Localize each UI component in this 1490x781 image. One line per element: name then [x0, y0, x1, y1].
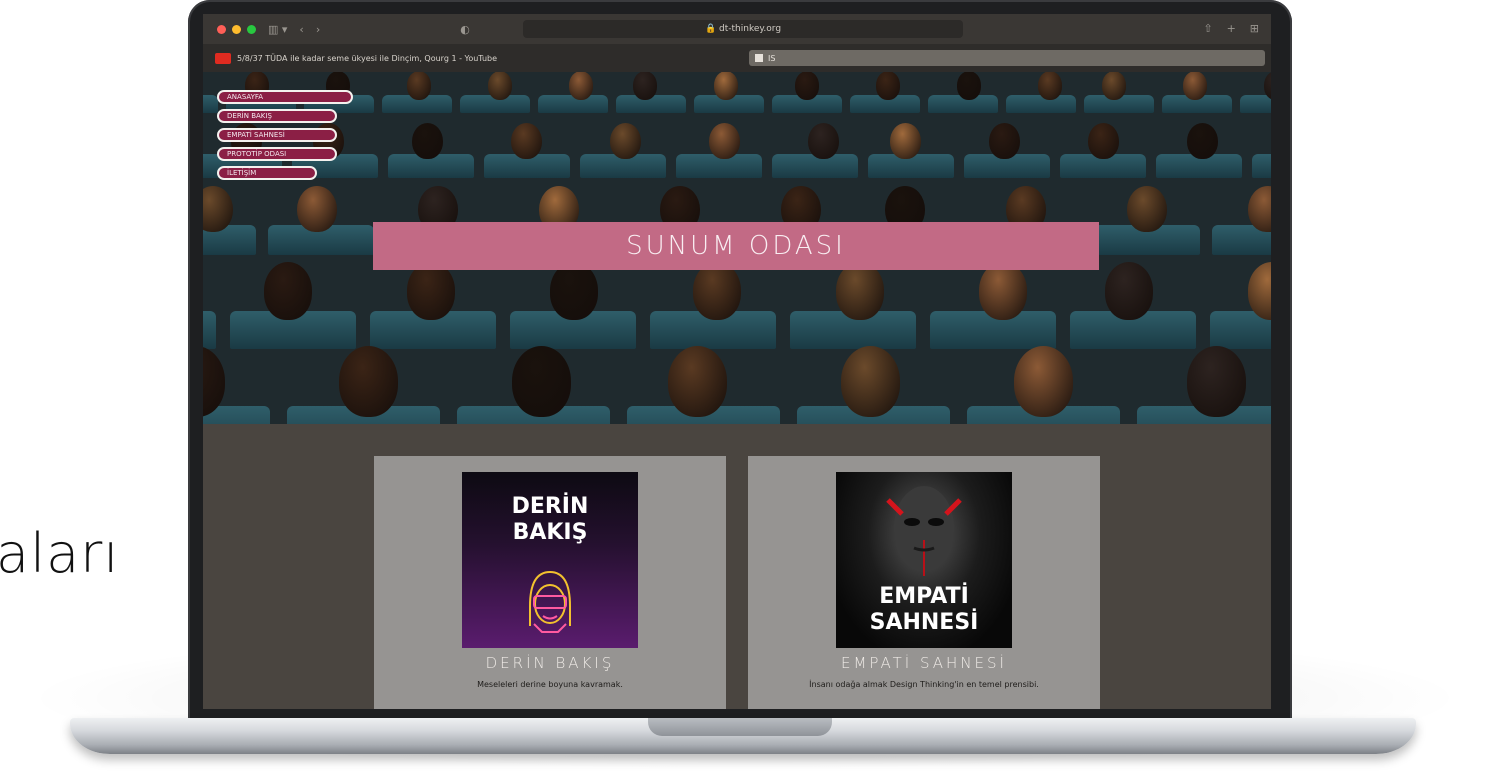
- card-empati-sahnesi[interactable]: EMPATİ SAHNESİ EMPATİ SAHNESİ İnsanı oda…: [748, 456, 1100, 709]
- new-tab-icon[interactable]: +: [1227, 22, 1236, 35]
- audience-head-shape: [1102, 72, 1127, 100]
- browser-toolbar: ▥ ▾ ‹ › ◐ 🔒 dt-thinkey.org ⇧ + ⊞: [203, 14, 1271, 44]
- forward-icon[interactable]: ›: [316, 23, 320, 36]
- address-bar[interactable]: 🔒 dt-thinkey.org: [523, 20, 963, 38]
- url-text: 🔒 dt-thinkey.org: [704, 24, 782, 34]
- menu-item-label: PROTOTİP ODASI: [227, 150, 287, 158]
- seat-shape: [203, 310, 216, 349]
- hero-section: ANASAYFA DERİN BAKIŞ EMPATİ SAHNESİ PROT…: [203, 72, 1271, 424]
- tab-strip: 5/8/37 TÜDA ile kadar seme ükyesi ile Di…: [203, 44, 1271, 72]
- audience-head-shape: [511, 122, 542, 160]
- menu-item-derin-bakis[interactable]: DERİN BAKIŞ: [217, 109, 337, 123]
- seat-shape: [1239, 95, 1271, 114]
- site-menu: ANASAYFA DERİN BAKIŞ EMPATİ SAHNESİ PROT…: [217, 90, 353, 180]
- audience-head-shape: [633, 72, 658, 100]
- back-icon[interactable]: ‹: [299, 23, 303, 36]
- toolbar-right: ⇧ + ⊞: [1203, 22, 1259, 35]
- audience-head-shape: [836, 262, 885, 320]
- audience-head-shape: [407, 72, 432, 100]
- image-title-line-2: BAKIŞ: [512, 520, 588, 545]
- seat-shape: [1251, 153, 1271, 178]
- audience-head-shape: [1183, 72, 1208, 100]
- audience-head-shape: [979, 262, 1028, 320]
- audience-head-shape: [569, 72, 594, 100]
- menu-item-home[interactable]: ANASAYFA: [217, 90, 353, 104]
- card-derin-bakis[interactable]: DERİN BAKIŞ DERİN BAKIŞ Meseleleri derin…: [374, 456, 726, 709]
- seat-shape: [203, 95, 219, 114]
- laptop-screen: ▥ ▾ ‹ › ◐ 🔒 dt-thinkey.org ⇧ + ⊞ 5/8/37 …: [203, 14, 1271, 709]
- tab-title: 5/8/37 TÜDA ile kadar seme ükyesi ile Di…: [237, 53, 498, 63]
- audience-head-shape: [841, 346, 901, 417]
- cards-section: DERİN BAKIŞ DERİN BAKIŞ Meseleleri derin…: [203, 424, 1271, 709]
- share-icon[interactable]: ⇧: [1203, 22, 1212, 35]
- audience-head-shape: [339, 346, 399, 417]
- laptop-notch: [648, 718, 832, 736]
- image-title-line-1: DERİN: [511, 494, 589, 519]
- audience-head-shape: [297, 185, 337, 233]
- menu-item-label: ANASAYFA: [227, 93, 264, 101]
- tab-active-title: IS: [768, 53, 776, 63]
- seat-shape: [1005, 95, 1077, 114]
- audience-head-shape: [890, 122, 921, 160]
- slide-side-text: aları: [0, 522, 120, 585]
- menu-item-label: İLETİŞİM: [227, 169, 257, 177]
- audience-head-shape: [412, 122, 443, 160]
- youtube-icon: [215, 52, 231, 64]
- vr-girl-icon: [529, 570, 571, 633]
- audience-head-shape: [610, 122, 641, 160]
- audience-head-shape: [1187, 122, 1218, 160]
- audience-head-shape: [1187, 346, 1247, 417]
- audience-head-shape: [1038, 72, 1063, 100]
- audience-head-shape: [808, 122, 839, 160]
- audience-head-shape: [1088, 122, 1119, 160]
- audience-head-shape: [668, 346, 728, 417]
- painted-face-icon: [886, 486, 962, 576]
- tab-youtube[interactable]: 5/8/37 TÜDA ile kadar seme ükyesi ile Di…: [215, 49, 735, 67]
- menu-item-prototip-odasi[interactable]: PROTOTİP ODASI: [217, 147, 337, 161]
- page-title-banner: SUNUM ODASI: [373, 222, 1099, 270]
- zoom-window-button[interactable]: [247, 24, 256, 34]
- audience-head-shape: [407, 262, 456, 320]
- audience-head-shape: [512, 346, 572, 417]
- menu-item-empati-sahnesi[interactable]: EMPATİ SAHNESİ: [217, 128, 337, 142]
- audience-head-shape: [1014, 346, 1074, 417]
- audience-head-shape: [264, 262, 313, 320]
- audience-head-shape: [488, 72, 513, 100]
- image-title-line-2: SAHNESİ: [869, 610, 979, 635]
- favicon-icon: [755, 54, 763, 62]
- audience-head-shape: [1105, 262, 1154, 320]
- page-title: SUNUM ODASI: [626, 231, 846, 261]
- tab-active[interactable]: IS: [749, 50, 1265, 66]
- sidebar-icon[interactable]: ▥ ▾: [268, 23, 287, 36]
- audience-head-shape: [795, 72, 820, 100]
- privacy-icon[interactable]: ◐: [460, 23, 470, 36]
- card-description: Meseleleri derine boyuna kavramak.: [477, 680, 623, 689]
- audience-head-shape: [989, 122, 1020, 160]
- audience-head-shape: [550, 262, 599, 320]
- menu-item-iletisim[interactable]: İLETİŞİM: [217, 166, 317, 180]
- card-description: İnsanı odağa almak Design Thinking'in en…: [809, 680, 1039, 689]
- empati-sahnesi-image[interactable]: EMPATİ SAHNESİ: [836, 472, 1012, 648]
- audience-head-shape: [693, 262, 742, 320]
- seat-shape: [537, 95, 609, 114]
- audience-head-shape: [1127, 185, 1167, 233]
- audience-head-shape: [957, 72, 982, 100]
- audience-head-shape: [709, 122, 740, 160]
- slide-stage: aları ▥ ▾ ‹ › ◐ 🔒 dt-thinkey.org ⇧ + ⊞ 5…: [0, 0, 1490, 781]
- minimize-window-button[interactable]: [232, 24, 241, 34]
- card-title: DERİN BAKIŞ: [485, 654, 615, 672]
- derin-bakis-image[interactable]: DERİN BAKIŞ: [462, 472, 638, 648]
- audience-head-shape: [714, 72, 739, 100]
- close-window-button[interactable]: [217, 24, 226, 34]
- grid-icon[interactable]: ⊞: [1250, 22, 1259, 35]
- card-title: EMPATİ SAHNESİ: [841, 654, 1007, 672]
- audience-head-shape: [876, 72, 901, 100]
- menu-item-label: DERİN BAKIŞ: [227, 112, 272, 120]
- image-title-line-1: EMPATİ: [879, 584, 969, 609]
- window-controls: [217, 24, 256, 34]
- menu-item-label: EMPATİ SAHNESİ: [227, 131, 285, 139]
